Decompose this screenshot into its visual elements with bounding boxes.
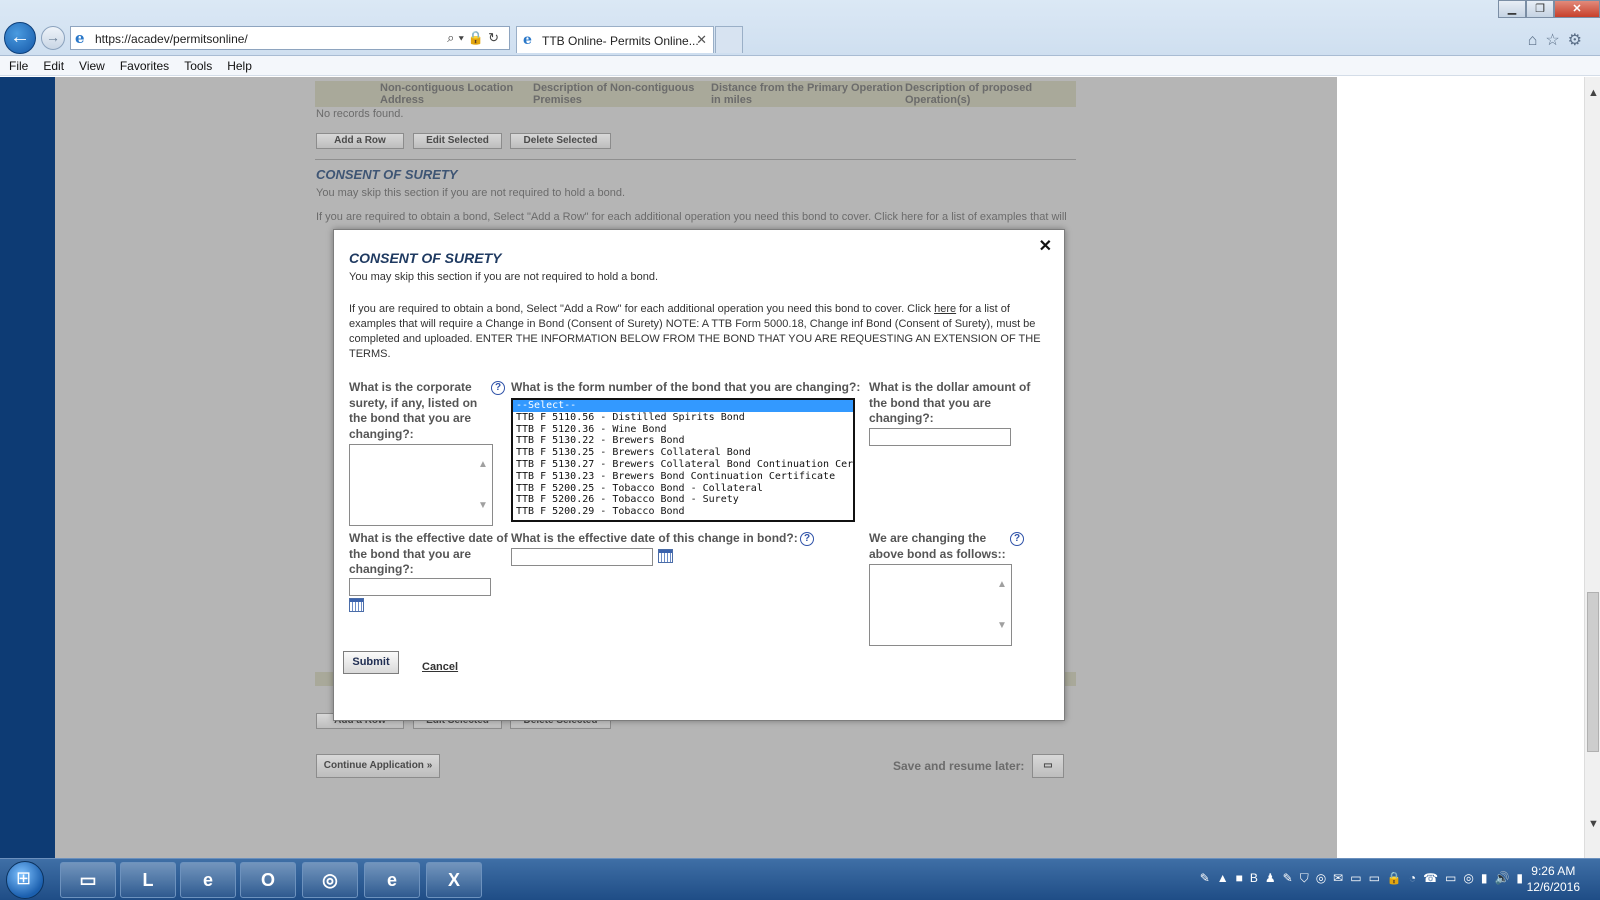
form-option[interactable]: TTB F 5200.29 - Tobacco Bond [513, 506, 853, 518]
restore-icon[interactable]: ❐ [1526, 0, 1554, 18]
bg-edit-selected-button[interactable]: Edit Selected [413, 133, 502, 149]
menu-favorites[interactable]: Favorites [111, 56, 175, 73]
intro-text-part1: If you are required to obtain a bond, Se… [349, 303, 932, 315]
cancel-link[interactable]: Cancel [422, 661, 458, 673]
outlook-icon[interactable]: O [240, 862, 296, 898]
window-close-icon[interactable]: ✕ [1554, 0, 1600, 18]
menu-bar: File Edit View Favorites Tools Help [0, 56, 1600, 76]
file-explorer-icon[interactable]: ▭ [60, 862, 116, 898]
internet-explorer-icon[interactable]: e [180, 862, 236, 898]
textarea-scrollbar[interactable]: ▲ ▼ [997, 569, 1009, 641]
form-option[interactable]: TTB F 5120.36 - Wine Bond [513, 424, 853, 436]
examples-here-link[interactable]: here [934, 303, 956, 315]
bg-col-distance: Distance from the Primary Operation in m… [711, 82, 903, 106]
scroll-thumb[interactable] [1587, 592, 1599, 752]
surety-help-icon[interactable]: ? [491, 381, 505, 395]
address-bar[interactable]: e https://acadev/permitsonline/ ⌕▾🔒↻ [70, 26, 510, 50]
effective-date-bond-input[interactable] [349, 578, 491, 596]
windows-taskbar: ⊞ ▭ L e O ◎ e X ✎▲■B♟✎⛉◎✉▭▭🔒◔☎▭◎▮🔊▮ 9:26… [0, 858, 1600, 900]
home-icon[interactable]: ⌂ [1528, 32, 1546, 49]
address-url[interactable]: https://acadev/permitsonline/ [95, 32, 248, 46]
submit-button[interactable]: Submit [343, 651, 399, 674]
save-resume-label: Save and resume later: [893, 759, 1025, 773]
new-tab-button[interactable] [715, 26, 743, 53]
bg-section-skip: You may skip this section if you are not… [316, 187, 626, 199]
close-icon[interactable]: ✕ [1039, 236, 1052, 256]
dialog-title: CONSENT OF SURETY [349, 250, 502, 266]
consent-of-surety-dialog: ✕ CONSENT OF SURETY You may skip this se… [333, 229, 1065, 721]
minimize-icon[interactable]: ▁ [1498, 0, 1526, 18]
textarea-scrollbar[interactable]: ▲ ▼ [478, 449, 490, 521]
dialog-skip-text: You may skip this section if you are not… [349, 271, 659, 283]
system-clock[interactable]: 9:26 AM 12/6/2016 [1527, 863, 1580, 895]
system-tray-icons[interactable]: ✎▲■B♟✎⛉◎✉▭▭🔒◔☎▭◎▮🔊▮ [1200, 871, 1530, 886]
start-button[interactable]: ⊞ [6, 861, 44, 899]
left-brand-band [0, 77, 55, 858]
calendar-icon[interactable] [349, 598, 364, 612]
excel-icon[interactable]: X [426, 862, 482, 898]
form-option[interactable]: TTB F 5130.25 - Brewers Collateral Bond [513, 447, 853, 459]
effective-date-bond-label: What is the effective date of the bond t… [349, 531, 508, 576]
corporate-surety-label: What is the corporate surety, if any, li… [349, 380, 478, 441]
window-controls: ▁ ❐ ✕ [1498, 0, 1600, 20]
continue-application-button[interactable]: Continue Application » [316, 754, 440, 778]
browser-toolbar-icons: ⌂☆⚙ [1528, 30, 1590, 50]
bg-section-intro: If you are required to obtain a bond, Se… [316, 211, 1067, 223]
menu-edit[interactable]: Edit [34, 56, 70, 73]
app-target-icon[interactable]: ◎ [302, 862, 358, 898]
favorites-star-icon[interactable]: ☆ [1545, 32, 1567, 49]
internet-explorer-icon-2[interactable]: e [364, 862, 420, 898]
form-option[interactable]: TTB F 5110.56 - Distilled Spirits Bond [513, 412, 853, 424]
forward-arrow-icon[interactable]: → [41, 26, 65, 50]
lync-icon[interactable]: L [120, 862, 176, 898]
tab-close-icon[interactable]: ✕ [696, 32, 707, 48]
effective-change-help-icon[interactable]: ? [800, 532, 814, 546]
changing-help-icon[interactable]: ? [1010, 532, 1024, 546]
bg-col-operation: Description of proposed Operation(s) [905, 82, 1033, 106]
address-tools-icons[interactable]: ⌕▾🔒↻ [447, 30, 503, 46]
ie-page-icon: e [75, 29, 85, 47]
calendar-icon[interactable] [658, 549, 673, 563]
browser-tab[interactable]: e TTB Online- Permits Online... ✕ [516, 26, 714, 53]
effective-date-change-label: What is the effective date of this chang… [511, 531, 798, 545]
scroll-down-icon[interactable]: ▼ [1588, 818, 1599, 830]
form-option[interactable]: TTB F 5200.25 - Tobacco Bond - Collatera… [513, 483, 853, 495]
form-option[interactable]: TTB F 5130.23 - Brewers Bond Continuatio… [513, 471, 853, 483]
dialog-intro-text: If you are required to obtain a bond, Se… [349, 302, 1044, 362]
windows-logo-icon: ⊞ [16, 868, 32, 888]
bg-no-records: No records found. [316, 108, 404, 120]
form-option[interactable]: TTB F 5130.22 - Brewers Bond [513, 435, 853, 447]
page-scrollbar[interactable]: ▲ ▼ [1584, 77, 1600, 858]
scroll-up-icon[interactable]: ▲ [1588, 87, 1599, 99]
changing-as-follows-label: We are changing the above bond as follow… [869, 531, 1006, 561]
bg-add-row-button[interactable]: Add a Row [316, 133, 404, 149]
bg-divider [315, 159, 1076, 160]
clock-time: 9:26 AM [1531, 864, 1576, 878]
bg-delete-selected-button[interactable]: Delete Selected [510, 133, 611, 149]
bg-section-title: CONSENT OF SURETY [316, 167, 458, 182]
menu-help[interactable]: Help [218, 56, 258, 73]
form-option[interactable]: TTB F 5130.27 - Brewers Collateral Bond … [513, 459, 853, 471]
tab-ie-icon: e [523, 32, 532, 48]
menu-view[interactable]: View [70, 56, 111, 73]
bg-col-description: Description of Non-contiguous Premises [533, 82, 695, 106]
effective-date-change-input[interactable] [511, 548, 653, 566]
bg-col-address: Non-contiguous Location Address [380, 82, 514, 106]
save-disk-icon[interactable]: ▭ [1032, 754, 1064, 778]
back-arrow-icon[interactable]: ← [4, 22, 36, 54]
settings-gear-icon[interactable]: ⚙ [1568, 32, 1590, 49]
dollar-amount-input[interactable] [869, 428, 1011, 446]
menu-tools[interactable]: Tools [175, 56, 218, 73]
tab-title: TTB Online- Permits Online... [542, 34, 699, 48]
form-option[interactable]: TTB F 5200.26 - Tobacco Bond - Surety [513, 494, 853, 506]
dollar-amount-label: What is the dollar amount of the bond th… [869, 380, 1031, 425]
changing-as-follows-textarea[interactable]: ▲ ▼ [869, 564, 1012, 646]
menu-file[interactable]: File [0, 56, 34, 73]
form-option-select[interactable]: --Select-- [513, 400, 853, 412]
corporate-surety-textarea[interactable]: ▲ ▼ [349, 444, 493, 526]
browser-chrome: ← → e https://acadev/permitsonline/ ⌕▾🔒↻… [0, 0, 1600, 56]
form-number-label: What is the form number of the bond that… [511, 380, 861, 394]
form-number-listbox[interactable]: --Select-- TTB F 5110.56 - Distilled Spi… [511, 398, 855, 522]
clock-date: 12/6/2016 [1526, 880, 1580, 894]
